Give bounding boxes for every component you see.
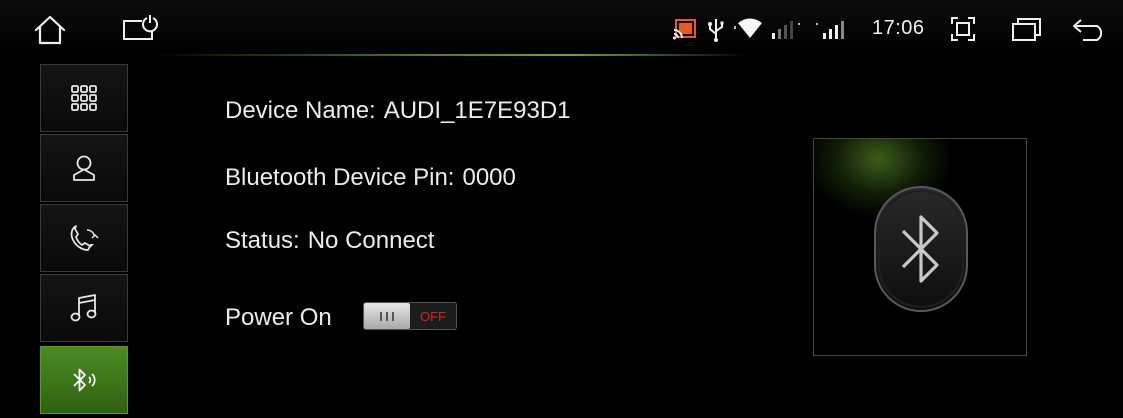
music-icon [70, 294, 97, 322]
sidebar-item-call-log[interactable] [40, 204, 128, 272]
signal-icon [770, 18, 804, 42]
device-pin-label: Bluetooth Device Pin: [225, 164, 455, 191]
bluetooth-settings-icon [73, 368, 96, 392]
device-name-value: AUDI_1E7E93D1 [383, 97, 571, 124]
wifi-icon [733, 16, 767, 42]
apps-grid-icon [71, 85, 97, 111]
home-icon[interactable] [30, 12, 70, 48]
cast-icon [672, 17, 698, 41]
status-row: Status: No Connect [225, 227, 434, 255]
bluetooth-illustration [813, 138, 1027, 356]
status-value: No Connect [307, 227, 435, 254]
status-bar: 17:06 [0, 0, 1123, 56]
device-name-label: Device Name: [225, 97, 376, 124]
sidebar-item-bluetooth[interactable] [40, 346, 128, 414]
device-name-row: Device Name: AUDI_1E7E93D1 [225, 97, 571, 125]
status-bar-divider [150, 54, 750, 56]
power-toggle[interactable]: OFF [363, 302, 457, 330]
power-on-label: Power On [225, 304, 332, 331]
sidebar-item-apps[interactable] [40, 64, 128, 132]
back-icon[interactable] [1070, 14, 1110, 44]
device-pin-row: Bluetooth Device Pin: 0000 [225, 164, 516, 192]
recents-icon[interactable] [1008, 15, 1044, 43]
status-label: Status: [225, 227, 300, 254]
toggle-knob[interactable] [364, 303, 410, 329]
toggle-state-label: OFF [420, 308, 446, 324]
fullscreen-icon[interactable] [948, 15, 978, 43]
signal-icon [815, 18, 851, 42]
contacts-icon [73, 155, 95, 181]
device-pin-value: 0000 [462, 164, 516, 191]
sidebar-item-music[interactable] [40, 274, 128, 342]
usb-icon [705, 15, 727, 43]
call-log-icon [70, 225, 99, 251]
bluetooth-icon [874, 186, 968, 312]
sidebar [40, 64, 128, 414]
screen-off-icon[interactable] [118, 12, 158, 46]
clock: 17:06 [872, 17, 925, 39]
sidebar-item-contacts[interactable] [40, 134, 128, 202]
